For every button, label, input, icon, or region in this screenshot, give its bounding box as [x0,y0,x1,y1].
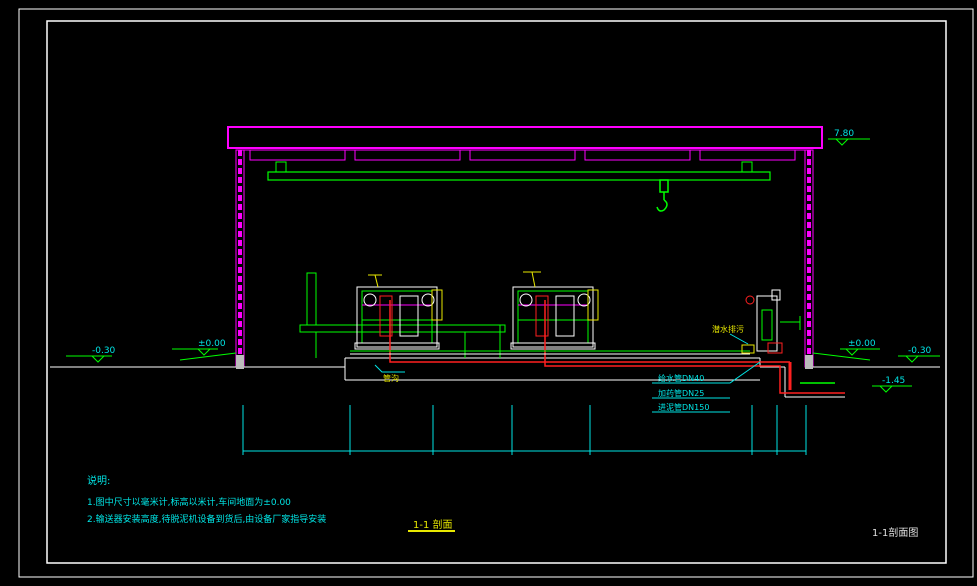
elevation-roof: 7.80 [834,129,855,139]
pipe-trench-label: 管沟 [383,374,399,383]
crane-hook-icon [656,179,669,212]
press-machine-1 [354,286,443,350]
right-column [804,149,814,369]
press-machine-2 [510,286,599,350]
outer-frame [18,8,974,578]
roof-beams [249,149,796,161]
dosing-unit [741,289,801,354]
platform [299,272,506,358]
crane-end-left [275,161,287,173]
section-title: 1-1 剖面 [413,520,453,531]
notes-heading: 说明: [87,476,111,487]
pipe-label-dosing: 加药管DN25 [658,389,705,398]
left-column [235,149,245,369]
elevation-right-floor: ±0.00 [848,339,876,349]
elevation-right-outer: -0.30 [908,346,932,356]
inner-frame [46,20,947,564]
roof-slab [227,126,823,149]
notes-line-2: 2.输送器安装高度,待脱泥机设备到货后,由设备厂家指导安装 [87,515,327,525]
elevation-left-floor: ±0.00 [198,339,226,349]
pipe-label-water: 给水管DN40 [658,374,705,383]
notes-line-1: 1.图中尺寸以毫米计,标高以米计,车间地面为±0.00 [87,498,291,508]
elevation-left-outer: -0.30 [92,346,116,356]
drain-pump-label: 潜水排污 [712,325,744,334]
pipe-label-sludge: 进泥管DN150 [658,403,710,412]
elevation-pit: -1.45 [882,376,906,386]
crane-girder [267,171,771,181]
machine-tags [368,271,541,288]
sheet-title: 1-1剖面图 [872,528,919,539]
crane-end-right [741,161,753,173]
